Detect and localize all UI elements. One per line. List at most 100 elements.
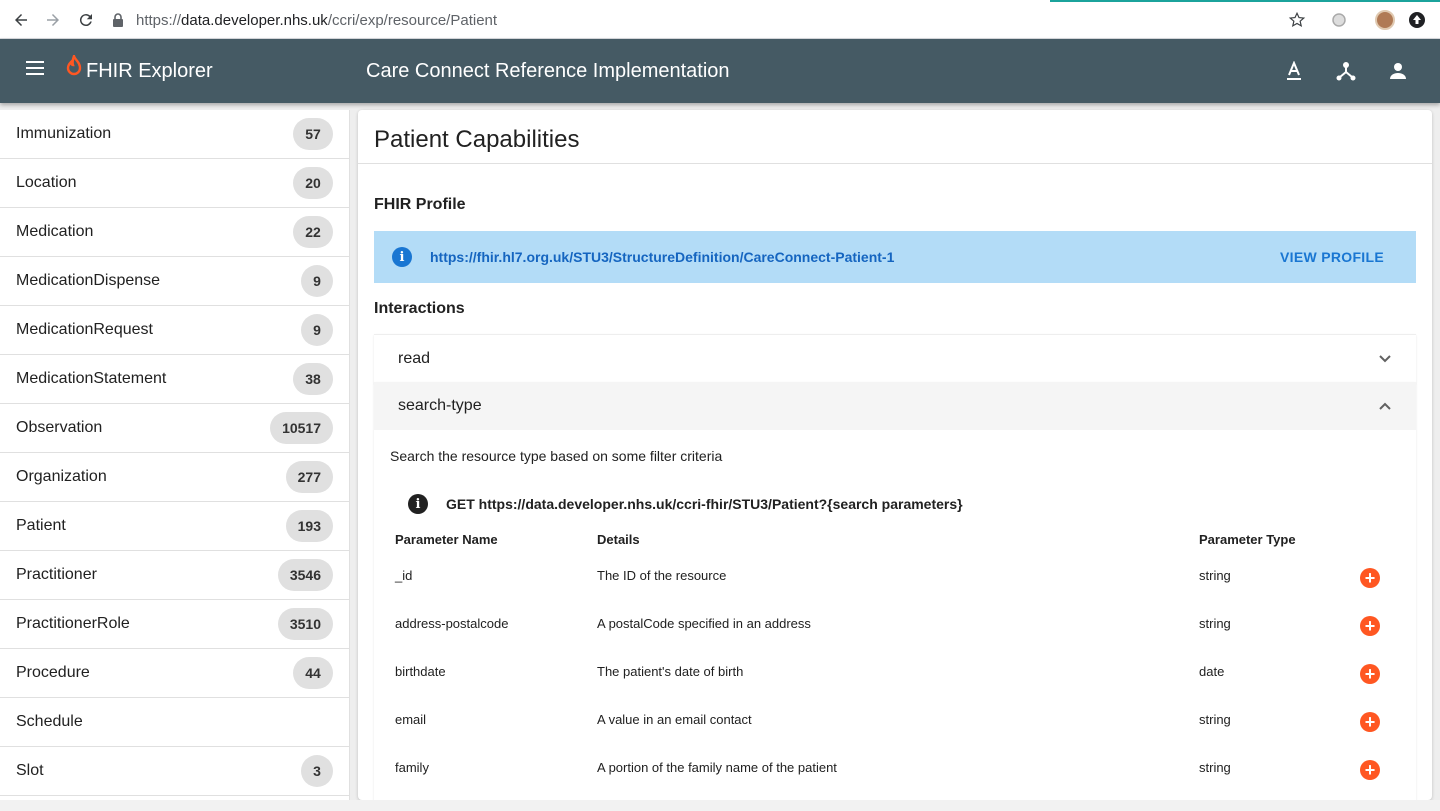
param-name: address-postalcode <box>395 616 509 631</box>
sidebar-item-observation[interactable]: Observation 10517 <box>0 404 349 453</box>
sidebar-item-medicationrequest[interactable]: MedicationRequest 9 <box>0 306 349 355</box>
sidebar-item-schedule[interactable]: Schedule <box>0 698 349 747</box>
page-title: Patient Capabilities <box>374 126 580 153</box>
add-circle-icon[interactable]: + <box>1360 712 1380 732</box>
sidebar-item-procedure[interactable]: Procedure 44 <box>0 649 349 698</box>
count-badge: 22 <box>293 216 333 248</box>
param-details: A portion of the family name of the pati… <box>597 760 837 775</box>
account-icon[interactable] <box>1386 59 1410 83</box>
sidebar-item-label: Medication <box>16 223 94 240</box>
sidebar-item-medication[interactable]: Medication 22 <box>0 208 349 257</box>
extension-icon[interactable] <box>1328 9 1350 31</box>
param-details: The ID of the resource <box>597 568 727 583</box>
count-badge: 9 <box>301 314 333 346</box>
address-bar[interactable]: https://data.developer.nhs.uk/ccri/exp/r… <box>112 8 1312 32</box>
count-badge: 193 <box>285 510 333 542</box>
sidebar-item-patient[interactable]: Patient 193 <box>0 502 349 551</box>
flame-icon <box>66 51 82 77</box>
sidebar-item-medicationstatement[interactable]: MedicationStatement 38 <box>0 355 349 404</box>
sidebar-item-practitionerrole[interactable]: PractitionerRole 3510 <box>0 600 349 649</box>
header-details: Details <box>597 532 640 547</box>
sidebar-item-label: MedicationRequest <box>16 321 153 338</box>
sidebar-item-label: Location <box>16 174 77 191</box>
sidebar-item-label: Schedule <box>16 713 83 730</box>
interactions-section-title: Interactions <box>374 300 465 317</box>
param-name: _id <box>395 568 413 583</box>
count-badge: 44 <box>293 657 333 689</box>
search-type-panel-header[interactable]: search-type <box>374 382 1416 430</box>
tab-accent <box>1050 0 1440 2</box>
browser-toolbar: https://data.developer.nhs.uk/ccri/exp/r… <box>0 0 1440 39</box>
app-bar: FHIR Explorer Care Connect Reference Imp… <box>0 39 1440 103</box>
search-description: Search the resource type based on some f… <box>390 448 723 464</box>
sidebar-item-label: MedicationStatement <box>16 370 167 387</box>
get-request-line: i GET https://data.developer.nhs.uk/ccri… <box>408 494 963 514</box>
sidebar-item-immunization[interactable]: Immunization 57 <box>0 110 349 159</box>
count-badge: 9 <box>301 265 333 297</box>
menu-icon[interactable] <box>26 61 46 81</box>
sidebar-item-label: Patient <box>16 517 66 534</box>
sidebar-item-label: Immunization <box>16 125 112 142</box>
url-text: https://data.developer.nhs.uk/ccri/exp/r… <box>136 11 498 29</box>
add-circle-icon[interactable]: + <box>1360 664 1380 684</box>
param-details: A postalCode specified in an address <box>597 616 811 631</box>
device-hub-icon[interactable] <box>1334 59 1358 83</box>
sidebar-item-label: Organization <box>16 468 107 485</box>
table-row: address-postalcode A postalCode specifie… <box>395 616 1395 664</box>
panel-label: read <box>398 350 431 367</box>
param-type: date <box>1199 664 1225 679</box>
sidebar-item-label: Observation <box>16 419 103 436</box>
sidebar-item-organization[interactable]: Organization 277 <box>0 453 349 502</box>
count-badge: 277 <box>285 461 333 493</box>
param-name: birthdate <box>395 664 446 679</box>
app-title[interactable]: FHIR Explorer <box>86 60 213 83</box>
profile-section-title: FHIR Profile <box>374 196 466 213</box>
reload-icon[interactable] <box>75 9 97 31</box>
param-details: A value in an email contact <box>597 712 752 727</box>
table-row: birthdate The patient's date of birth da… <box>395 664 1395 712</box>
chevron-up-icon <box>1379 402 1391 410</box>
sidebar-item-location[interactable]: Location 20 <box>0 159 349 208</box>
sidebar-item-label: PractitionerRole <box>16 615 130 632</box>
view-profile-button[interactable]: VIEW PROFILE <box>1280 249 1384 265</box>
count-badge: 3 <box>301 755 333 787</box>
sidebar-item-label: Practitioner <box>16 566 97 583</box>
update-icon[interactable] <box>1406 9 1428 31</box>
divider <box>358 163 1432 164</box>
header-parameter-name: Parameter Name <box>395 532 498 547</box>
profile-banner: i https://fhir.hl7.org.uk/STU3/Structure… <box>374 231 1416 283</box>
bottom-strip <box>0 800 1440 811</box>
sidebar-item-label: MedicationDispense <box>16 272 161 289</box>
parameter-table: Parameter Name Details Parameter Type _i… <box>395 532 1395 800</box>
sidebar-item-label: Slot <box>16 762 44 779</box>
star-icon[interactable] <box>1286 9 1308 31</box>
read-panel-header[interactable]: read <box>374 335 1416 383</box>
count-badge: 10517 <box>270 412 333 444</box>
info-icon: i <box>392 247 412 267</box>
add-circle-icon[interactable]: + <box>1360 616 1380 636</box>
param-type: string <box>1199 568 1231 583</box>
page-heading: Care Connect Reference Implementation <box>366 60 730 82</box>
count-badge: 57 <box>293 118 333 150</box>
add-circle-icon[interactable]: + <box>1360 568 1380 588</box>
sidebar-item-medicationdispense[interactable]: MedicationDispense 9 <box>0 257 349 306</box>
text-format-icon[interactable] <box>1282 59 1306 83</box>
table-row: family A portion of the family name of t… <box>395 760 1395 800</box>
count-badge: 3510 <box>277 608 333 640</box>
count-badge: 20 <box>293 167 333 199</box>
sidebar-item-slot[interactable]: Slot 3 <box>0 747 349 796</box>
table-header: Parameter Name Details Parameter Type <box>395 532 1395 558</box>
forward-arrow-icon[interactable] <box>42 9 64 31</box>
param-type: string <box>1199 712 1231 727</box>
add-circle-icon[interactable]: + <box>1360 760 1380 780</box>
sidebar-item-label: Procedure <box>16 664 90 681</box>
param-name: email <box>395 712 427 727</box>
profile-avatar[interactable] <box>1374 9 1396 31</box>
panel-label: search-type <box>398 397 482 414</box>
profile-link[interactable]: https://fhir.hl7.org.uk/STU3/StructureDe… <box>430 249 894 265</box>
param-name: family <box>395 760 429 775</box>
table-row: _id The ID of the resource string + <box>395 568 1395 616</box>
back-arrow-icon[interactable] <box>10 9 32 31</box>
sidebar-item-practitioner[interactable]: Practitioner 3546 <box>0 551 349 600</box>
capabilities-card: Patient Capabilities FHIR Profile i http… <box>358 110 1432 800</box>
